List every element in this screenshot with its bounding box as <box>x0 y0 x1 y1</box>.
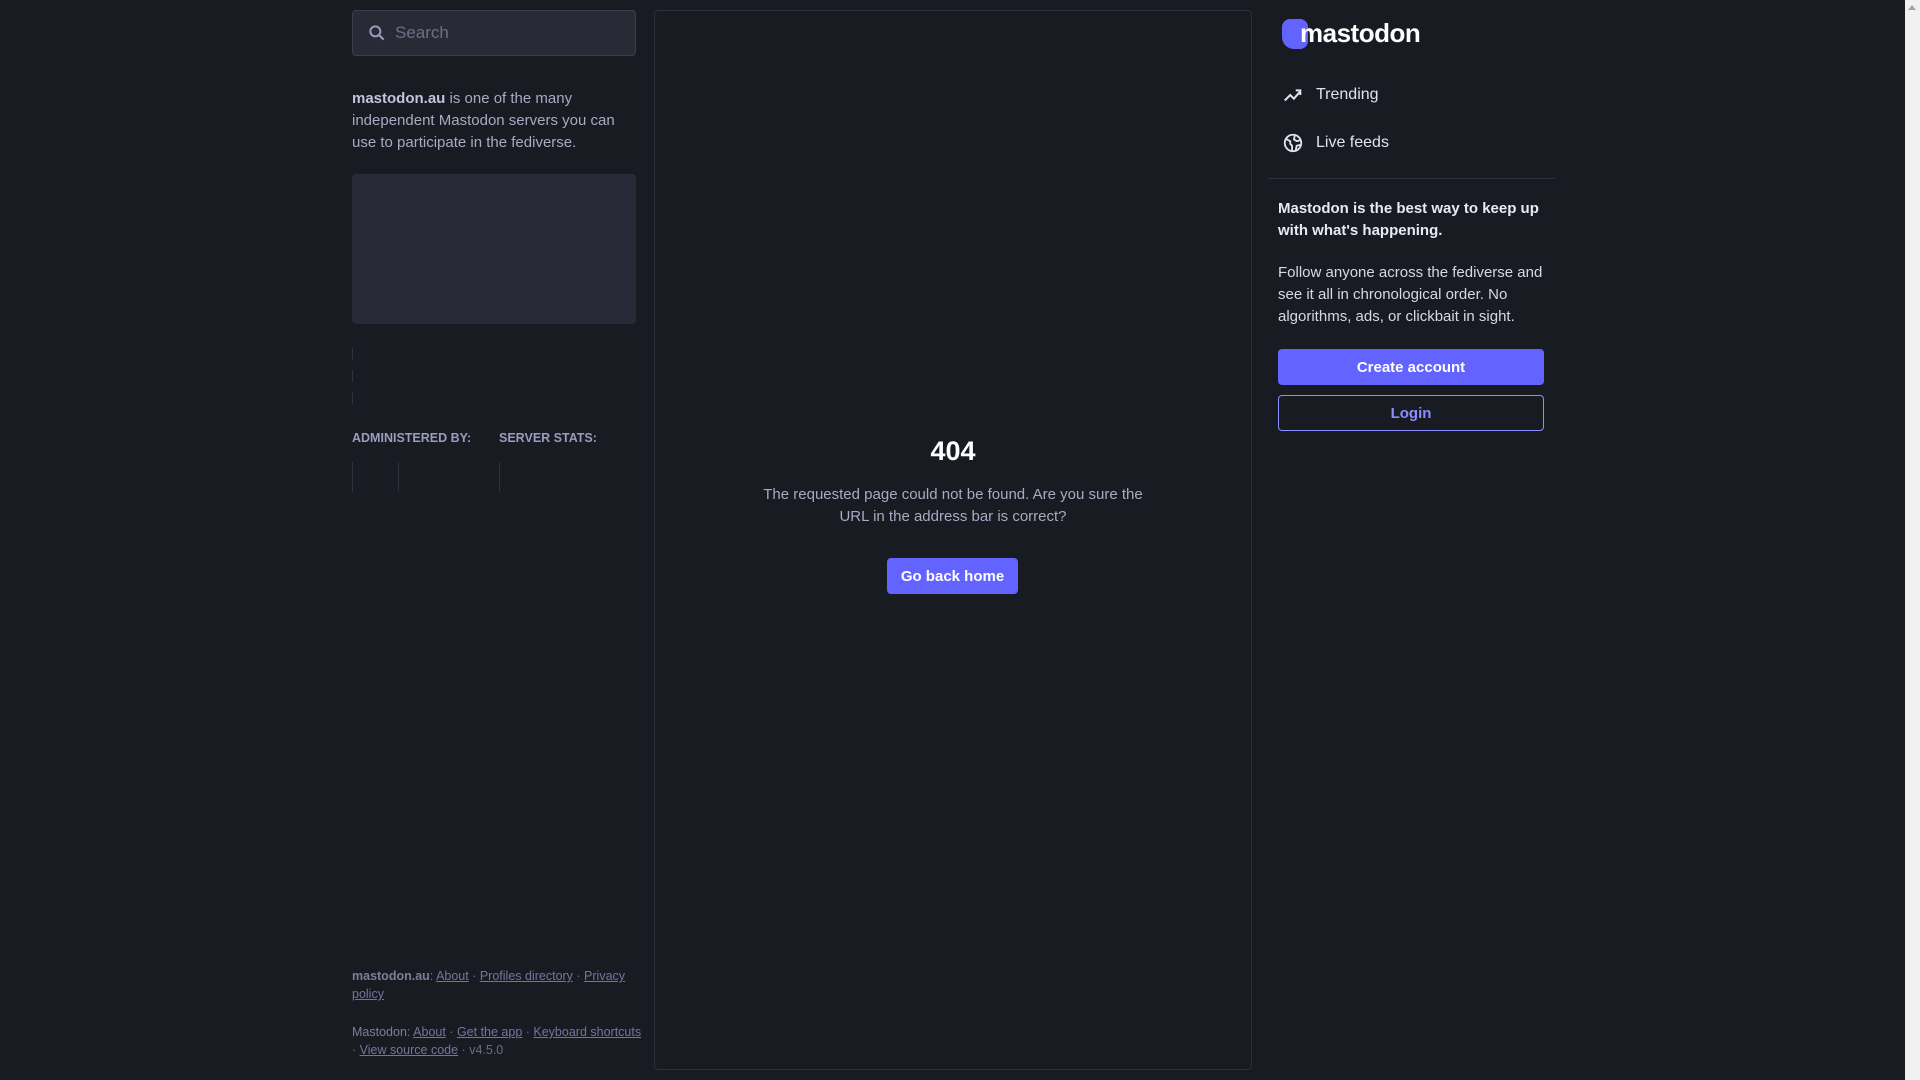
footer-get-app-link[interactable]: Get the app <box>457 1025 522 1039</box>
search-icon <box>369 25 385 41</box>
placeholder-line <box>352 348 353 360</box>
placeholder-line <box>352 462 353 492</box>
nav-label: Live feeds <box>1316 134 1389 151</box>
scrollbar[interactable] <box>1905 0 1920 1080</box>
nav-live-feeds[interactable]: Live feeds <box>1282 132 1389 154</box>
error-code: 404 <box>930 436 976 466</box>
footer-keyboard-shortcuts-link[interactable]: Keyboard shortcuts <box>533 1025 641 1039</box>
mastodon-logo[interactable]: mastodon <box>1282 18 1421 49</box>
footer-mastodon-name: Mastodon <box>352 1025 407 1039</box>
signup-description: Follow anyone across the fediverse and s… <box>1278 264 1543 325</box>
footer-source-code-link[interactable]: View source code <box>360 1043 458 1057</box>
main-column <box>654 10 1252 1070</box>
login-button[interactable]: Login <box>1278 395 1544 431</box>
globe-icon <box>1283 133 1303 153</box>
server-name: mastodon.au <box>352 90 446 107</box>
mastodon-footer-links: Mastodon: About · Get the app · Keyboard… <box>352 1025 642 1057</box>
trending-icon <box>1284 89 1302 102</box>
nav-trending[interactable]: Trending <box>1282 84 1379 106</box>
server-stats-heading: SERVER STATS: <box>499 431 597 445</box>
divider <box>1268 178 1555 179</box>
search-input[interactable] <box>395 23 615 43</box>
server-footer-links: mastodon.au: About · Profiles directory … <box>352 969 626 1001</box>
placeholder-line <box>499 462 500 492</box>
placeholder-line <box>352 392 353 404</box>
placeholder-line <box>398 462 399 492</box>
logo-text: mastodon <box>1300 18 1421 48</box>
administered-by-heading: ADMINISTERED BY: <box>352 431 472 445</box>
server-description: mastodon.au is one of the many independe… <box>352 88 636 154</box>
placeholder-line <box>352 370 353 382</box>
scroll-up-arrow-icon[interactable] <box>1908 5 1916 10</box>
footer-about-link[interactable]: About <box>436 969 469 983</box>
create-account-button[interactable]: Create account <box>1278 349 1544 385</box>
signup-tagline: Mastodon is the best way to keep up with… <box>1278 200 1539 239</box>
go-back-home-button[interactable]: Go back home <box>887 558 1018 594</box>
error-message: The requested page could not be found. A… <box>763 486 1143 525</box>
nav-label: Trending <box>1316 86 1379 103</box>
version: v4.5.0 <box>469 1043 504 1057</box>
footer-server-name: mastodon.au <box>352 969 430 983</box>
footer-mastodon-about-link[interactable]: About <box>413 1025 446 1039</box>
server-hero-image <box>352 174 636 324</box>
footer-profiles-directory-link[interactable]: Profiles directory <box>480 969 573 983</box>
search-field[interactable] <box>352 10 636 56</box>
